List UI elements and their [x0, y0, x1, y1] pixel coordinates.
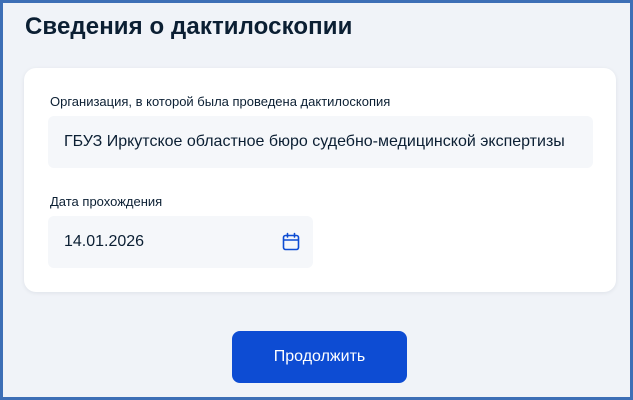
date-label: Дата прохождения — [50, 194, 163, 209]
calendar-icon[interactable] — [281, 232, 301, 252]
date-field[interactable]: 14.01.2026 — [48, 216, 313, 268]
continue-button[interactable]: Продолжить — [232, 331, 407, 383]
organization-label: Организация, в которой была проведена да… — [50, 94, 391, 109]
page-title: Сведения о дактилоскопии — [25, 13, 353, 40]
date-value: 14.01.2026 — [64, 233, 145, 250]
screenshot-frame: Сведения о дактилоскопии Организация, в … — [0, 0, 633, 400]
organization-field[interactable]: ГБУЗ Иркутское областное бюро судебно-ме… — [48, 116, 593, 168]
form-card: Организация, в которой была проведена да… — [24, 68, 616, 292]
organization-value: ГБУЗ Иркутское областное бюро судебно-ме… — [64, 133, 565, 150]
